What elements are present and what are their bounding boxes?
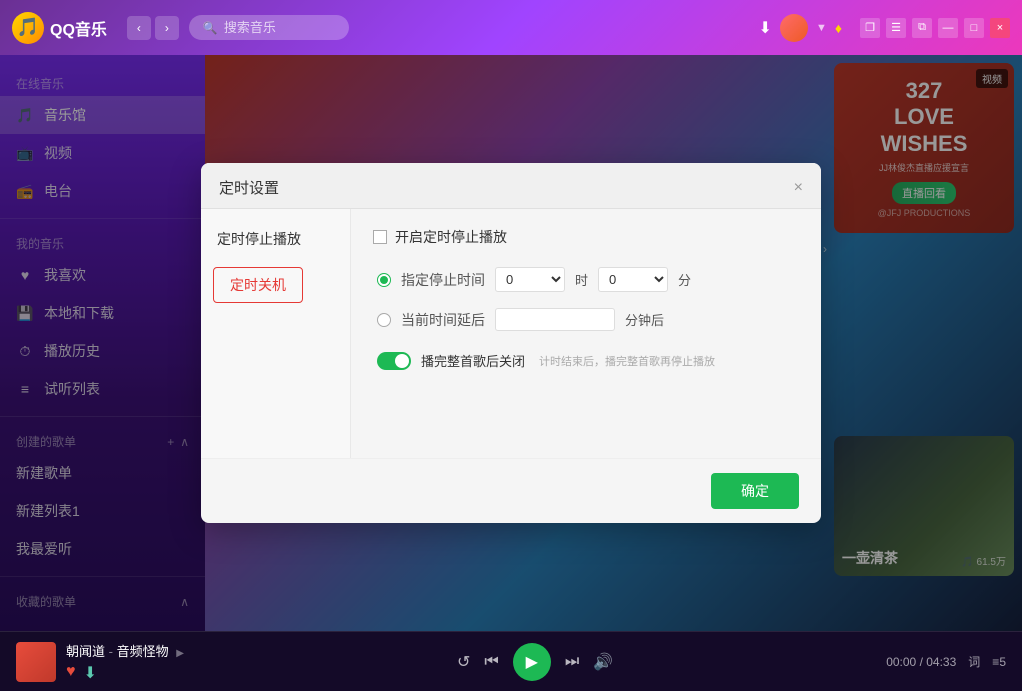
- title-bar-right: ⬇ ▼ ♦ ❐ ☰ ⧉ — □ ×: [759, 14, 1010, 42]
- player-controls: ↺ ⏮ ▶ ⏭ 🔊: [457, 643, 613, 681]
- toggle-label: 播完整首歌后关闭: [421, 351, 525, 370]
- delay-input[interactable]: [495, 308, 615, 331]
- minute-select[interactable]: 0153045: [598, 267, 668, 292]
- close-button[interactable]: ×: [990, 18, 1010, 38]
- enable-label: 开启定时停止播放: [395, 227, 507, 247]
- enable-checkbox-row: 开启定时停止播放: [373, 227, 799, 247]
- hour-unit: 时: [575, 270, 588, 289]
- search-icon: 🔍: [203, 21, 218, 35]
- title-bar: 🎵 QQ音乐 ‹ › 🔍 ⬇ ▼ ♦ ❐ ☰ ⧉ — □ ×: [0, 0, 1022, 55]
- toggle-knob: [395, 354, 409, 368]
- toggle-hint: 计时结束后，播完整首歌再停止播放: [539, 353, 715, 369]
- next-button[interactable]: ⏭: [565, 653, 579, 671]
- confirm-button[interactable]: 确定: [711, 473, 799, 509]
- minimize-button[interactable]: —: [938, 18, 958, 38]
- playback-time: 00:00 / 04:33: [886, 655, 956, 669]
- modal-body: 定时停止播放 定时关机 开启定时停止播放: [201, 209, 821, 458]
- player-title: 朝闻道 - 音频怪物 ▶: [66, 641, 184, 660]
- app-name: QQ音乐: [50, 16, 107, 40]
- user-menu-icon[interactable]: ▼: [816, 22, 827, 34]
- option1-label: 指定停止时间: [401, 270, 485, 290]
- prev-button[interactable]: ⏮: [484, 653, 498, 671]
- player-right: 00:00 / 04:33 词 ≡5: [886, 653, 1006, 670]
- enable-checkbox[interactable]: [373, 230, 387, 244]
- option2-label: 当前时间延后: [401, 310, 485, 330]
- option2-row: 当前时间延后 分钟后: [377, 308, 799, 331]
- download-icon[interactable]: ⬇: [84, 663, 97, 683]
- modal-close-button[interactable]: ×: [794, 180, 803, 196]
- modal-title: 定时设置: [219, 177, 279, 198]
- settings-modal: 定时设置 × 定时停止播放 定时关机 开启定时停止播放: [201, 163, 821, 523]
- options-group: 指定停止时间 0123 时 0153045 分: [377, 267, 799, 370]
- player-thumbnail: [16, 642, 56, 682]
- modal-right-panel: 开启定时停止播放 指定停止时间 0123 时: [351, 209, 821, 458]
- full-song-toggle[interactable]: [377, 352, 411, 370]
- app-logo: 🎵 QQ音乐: [12, 12, 107, 44]
- modal-footer: 确定: [201, 458, 821, 523]
- minute-unit: 分: [678, 270, 691, 289]
- option1-radio[interactable]: [377, 273, 391, 287]
- song-title: 朝闻道: [66, 644, 105, 659]
- option1-row: 指定停止时间 0123 时 0153045 分: [377, 267, 799, 292]
- play-button[interactable]: ▶: [513, 643, 551, 681]
- playlist-count: ≡5: [992, 655, 1006, 669]
- avatar[interactable]: [780, 14, 808, 42]
- logo-icon: 🎵: [12, 12, 44, 44]
- heart-icon[interactable]: ♥: [66, 663, 76, 683]
- menu-button[interactable]: ☰: [886, 18, 906, 38]
- modal-left-panel: 定时停止播放 定时关机: [201, 209, 351, 458]
- player-bar: 朝闻道 - 音频怪物 ▶ ♥ ⬇ ↺ ⏮ ▶ ⏭ 🔊 00:00 / 04:33: [0, 631, 1022, 691]
- modal-title-bar: 定时设置 ×: [201, 163, 821, 209]
- nav-forward-button[interactable]: ›: [155, 16, 179, 40]
- modal-overlay: 定时设置 × 定时停止播放 定时关机 开启定时停止播放: [0, 55, 1022, 631]
- window-controls: ❐ ☰ ⧉ — □ ×: [860, 18, 1010, 38]
- toggle-row: 播完整首歌后关闭 计时结束后，播完整首歌再停止播放: [377, 351, 799, 370]
- hour-select[interactable]: 0123: [495, 267, 565, 292]
- stop-play-option[interactable]: 定时停止播放: [201, 219, 350, 259]
- maximize-button[interactable]: □: [964, 18, 984, 38]
- time-current: 00:00: [886, 655, 916, 669]
- nav-arrows: ‹ ›: [127, 16, 179, 40]
- minimode-button[interactable]: ❐: [860, 18, 880, 38]
- shutdown-button[interactable]: 定时关机: [213, 267, 303, 303]
- app-window: 🎵 QQ音乐 ‹ › 🔍 ⬇ ▼ ♦ ❐ ☰ ⧉ — □ ×: [0, 0, 1022, 691]
- search-bar: 🔍: [189, 15, 349, 40]
- diamond-icon: ♦: [835, 20, 842, 36]
- delay-unit: 分钟后: [625, 310, 664, 329]
- song-artist: 音频怪物: [117, 644, 169, 659]
- volume-button[interactable]: 🔊: [593, 652, 613, 672]
- nav-back-button[interactable]: ‹: [127, 16, 151, 40]
- download-icon[interactable]: ⬇: [759, 18, 772, 38]
- option2-radio[interactable]: [377, 313, 391, 327]
- player-info: 朝闻道 - 音频怪物 ▶ ♥ ⬇: [66, 641, 184, 683]
- lyrics-label[interactable]: 词: [968, 653, 980, 670]
- detach-button[interactable]: ⧉: [912, 18, 932, 38]
- main-content: 在线音乐 🎵 音乐馆 📺 视频 📻 电台 我的音乐 ♥ 我喜欢 💾 本地和下载: [0, 55, 1022, 631]
- loop-button[interactable]: ↺: [457, 652, 470, 672]
- search-input[interactable]: [224, 20, 334, 35]
- time-total: 04:33: [926, 655, 956, 669]
